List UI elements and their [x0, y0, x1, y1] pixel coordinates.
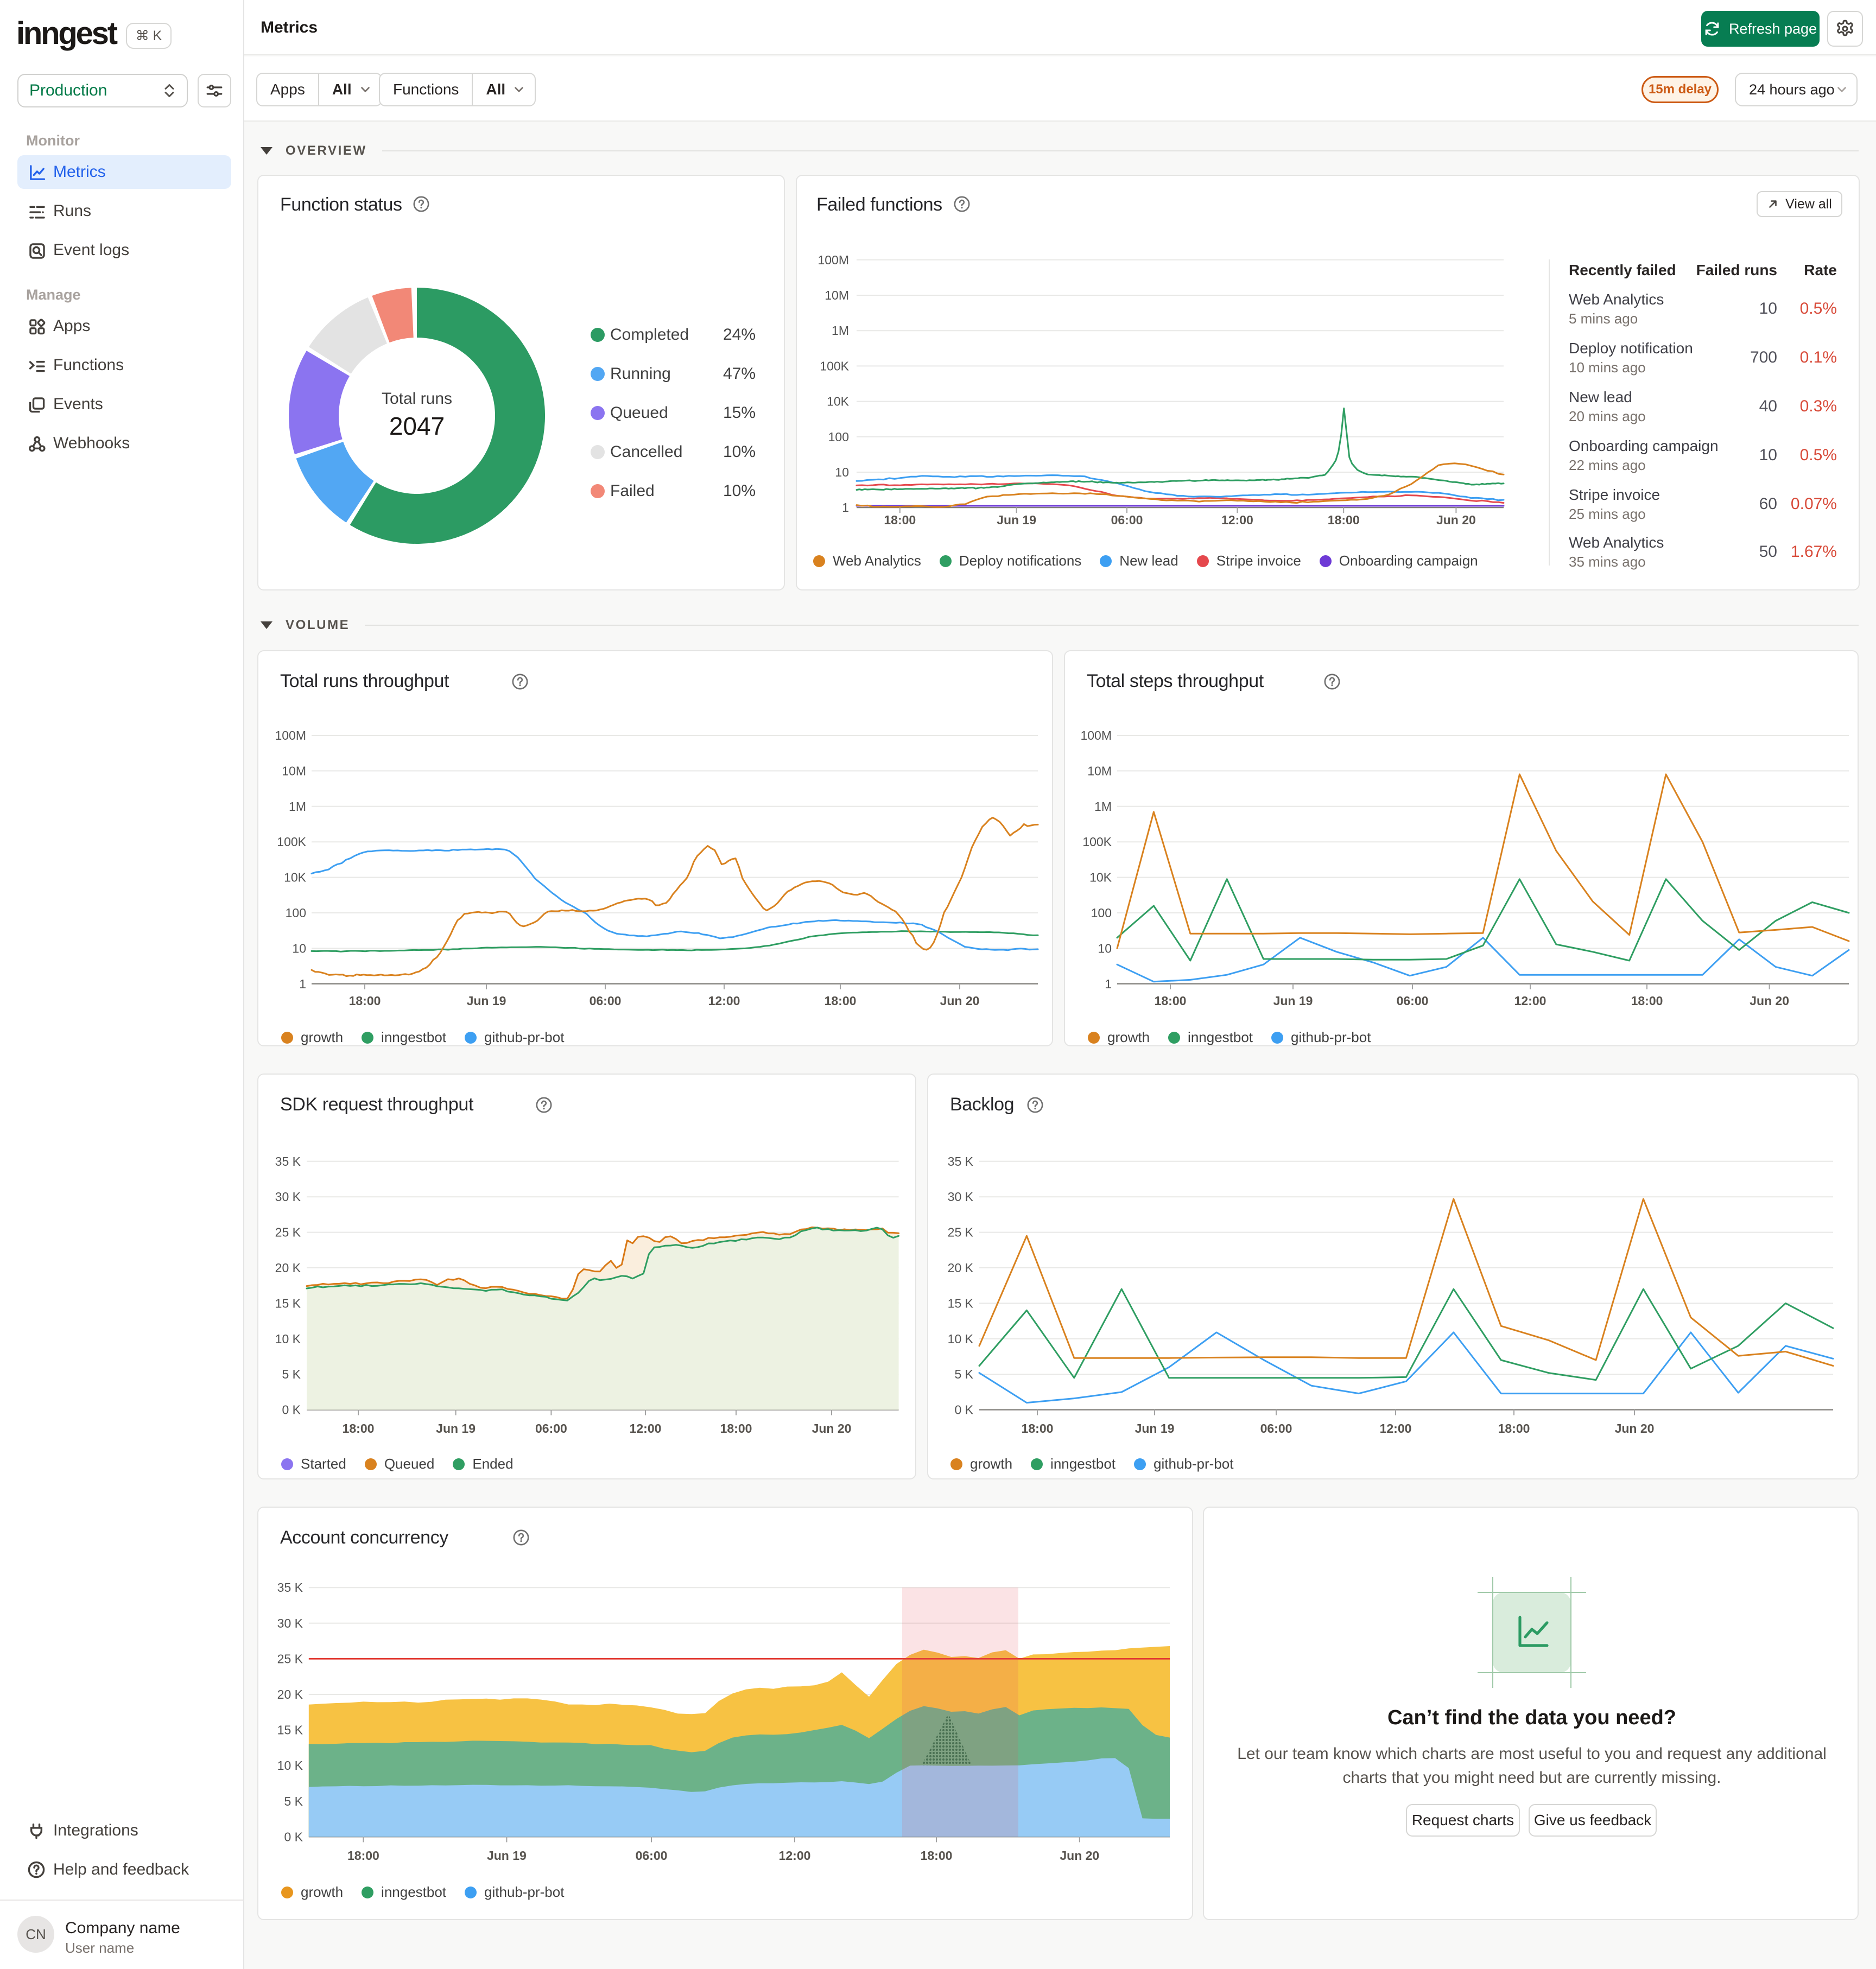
- svg-text:30 K: 30 K: [275, 1190, 301, 1204]
- svg-text:30 K: 30 K: [277, 1616, 303, 1630]
- svg-text:Jun 20: Jun 20: [1060, 1849, 1099, 1863]
- svg-text:12:00: 12:00: [1514, 994, 1547, 1008]
- svg-text:Jun 20: Jun 20: [812, 1421, 852, 1436]
- svg-text:1M: 1M: [1094, 799, 1112, 814]
- svg-text:0 K: 0 K: [282, 1403, 301, 1417]
- svg-text:12:00: 12:00: [630, 1421, 662, 1436]
- svg-text:18:00: 18:00: [349, 994, 381, 1008]
- svg-text:10: 10: [1098, 941, 1112, 955]
- svg-text:5 K: 5 K: [954, 1367, 973, 1381]
- svg-text:06:00: 06:00: [535, 1421, 567, 1436]
- svg-text:Jun 20: Jun 20: [1615, 1421, 1655, 1436]
- svg-text:15 K: 15 K: [277, 1723, 303, 1737]
- svg-text:10 K: 10 K: [948, 1332, 974, 1346]
- svg-text:100: 100: [1091, 906, 1112, 920]
- svg-text:1: 1: [842, 500, 849, 515]
- svg-text:10M: 10M: [282, 764, 306, 778]
- svg-text:10K: 10K: [1089, 871, 1112, 885]
- svg-text:Jun 19: Jun 19: [997, 513, 1036, 527]
- svg-text:18:00: 18:00: [921, 1849, 953, 1863]
- svg-text:5 K: 5 K: [284, 1794, 303, 1808]
- svg-text:06:00: 06:00: [636, 1849, 668, 1863]
- svg-text:15 K: 15 K: [275, 1296, 301, 1310]
- svg-text:18:00: 18:00: [720, 1421, 752, 1436]
- svg-text:100M: 100M: [275, 728, 306, 742]
- svg-text:06:00: 06:00: [1111, 513, 1143, 527]
- svg-text:18:00: 18:00: [884, 513, 916, 527]
- svg-text:20 K: 20 K: [275, 1261, 301, 1275]
- svg-text:12:00: 12:00: [1221, 513, 1253, 527]
- svg-text:100: 100: [286, 906, 306, 920]
- svg-text:06:00: 06:00: [1397, 994, 1429, 1008]
- svg-text:30 K: 30 K: [948, 1190, 974, 1204]
- svg-text:0 K: 0 K: [284, 1830, 303, 1844]
- svg-text:10M: 10M: [825, 288, 849, 302]
- svg-text:Jun 19: Jun 19: [1135, 1421, 1175, 1436]
- svg-text:Jun 20: Jun 20: [1750, 994, 1789, 1008]
- svg-text:18:00: 18:00: [1155, 994, 1187, 1008]
- svg-text:25 K: 25 K: [275, 1225, 301, 1240]
- svg-text:10: 10: [292, 941, 306, 955]
- svg-text:10 K: 10 K: [277, 1758, 303, 1773]
- svg-text:12:00: 12:00: [1380, 1421, 1412, 1436]
- svg-text:18:00: 18:00: [1498, 1421, 1530, 1436]
- svg-text:Jun 19: Jun 19: [487, 1849, 527, 1863]
- svg-text:18:00: 18:00: [1631, 994, 1663, 1008]
- svg-text:25 K: 25 K: [948, 1225, 974, 1240]
- svg-text:06:00: 06:00: [590, 994, 622, 1008]
- svg-text:5 K: 5 K: [282, 1367, 301, 1381]
- svg-text:Jun 20: Jun 20: [1436, 513, 1476, 527]
- svg-text:1M: 1M: [832, 323, 849, 338]
- svg-text:15 K: 15 K: [948, 1296, 974, 1310]
- svg-text:18:00: 18:00: [825, 994, 857, 1008]
- svg-text:20 K: 20 K: [948, 1261, 974, 1275]
- svg-text:100M: 100M: [817, 253, 849, 267]
- svg-text:12:00: 12:00: [779, 1849, 811, 1863]
- svg-text:100K: 100K: [820, 359, 849, 373]
- svg-text:Jun 19: Jun 19: [436, 1421, 476, 1436]
- svg-text:1M: 1M: [289, 799, 306, 814]
- svg-text:35 K: 35 K: [948, 1154, 974, 1168]
- svg-text:35 K: 35 K: [277, 1580, 303, 1595]
- svg-text:20 K: 20 K: [277, 1687, 303, 1701]
- svg-text:Jun 20: Jun 20: [940, 994, 980, 1008]
- svg-text:12:00: 12:00: [708, 994, 740, 1008]
- svg-text:06:00: 06:00: [1260, 1421, 1292, 1436]
- svg-text:100: 100: [828, 430, 849, 444]
- svg-text:18:00: 18:00: [343, 1421, 375, 1436]
- svg-text:10: 10: [835, 465, 849, 479]
- svg-text:25 K: 25 K: [277, 1652, 303, 1666]
- svg-text:10 K: 10 K: [275, 1332, 301, 1346]
- svg-text:100K: 100K: [277, 835, 306, 849]
- svg-text:10K: 10K: [827, 395, 850, 409]
- svg-text:Jun 19: Jun 19: [1273, 994, 1313, 1008]
- svg-text:0 K: 0 K: [954, 1403, 973, 1417]
- svg-text:18:00: 18:00: [1328, 513, 1360, 527]
- svg-text:10K: 10K: [284, 871, 307, 885]
- svg-text:35 K: 35 K: [275, 1154, 301, 1168]
- svg-text:10M: 10M: [1087, 764, 1112, 778]
- svg-text:18:00: 18:00: [1022, 1421, 1054, 1436]
- svg-text:Jun 19: Jun 19: [467, 994, 506, 1008]
- svg-text:100M: 100M: [1080, 728, 1112, 742]
- svg-text:100K: 100K: [1082, 835, 1112, 849]
- svg-text:18:00: 18:00: [347, 1849, 379, 1863]
- svg-text:1: 1: [1105, 977, 1112, 991]
- svg-text:1: 1: [299, 977, 306, 991]
